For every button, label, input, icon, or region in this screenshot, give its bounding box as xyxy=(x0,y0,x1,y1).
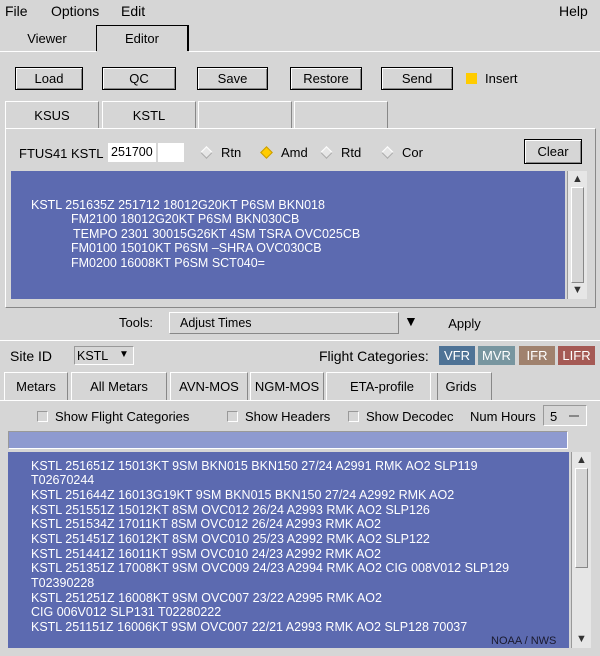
show-flight-categories-label: Show Flight Categories xyxy=(55,409,190,424)
metar-line: T02670244 xyxy=(31,473,95,487)
scroll-down-icon[interactable]: ▼ xyxy=(576,634,587,645)
site-id-label: Site ID xyxy=(10,348,53,364)
radio-cor-indicator-icon xyxy=(381,146,394,159)
radio-cor-label: Cor xyxy=(402,145,423,160)
noaa-watermark: NOAA / NWS xyxy=(491,635,557,647)
send-button[interactable]: Send xyxy=(381,67,453,90)
metar-line: KSTL 251651Z 15013KT 9SM BKN015 BKN150 2… xyxy=(31,459,478,473)
checkbox-indicator-icon xyxy=(227,411,238,422)
fc-vfr-badge: VFR xyxy=(439,346,475,365)
num-hours-option-icon[interactable] xyxy=(569,415,579,417)
taf-line: FM0200 16008KT P6SM SCT040= xyxy=(71,256,265,270)
clear-button[interactable]: Clear xyxy=(524,139,582,164)
tab-empty-1[interactable] xyxy=(198,101,292,129)
site-id-value: KSTL xyxy=(77,349,109,363)
metars-scroll-thumb[interactable] xyxy=(575,468,588,568)
radio-rtn[interactable]: Rtn xyxy=(200,145,242,160)
show-decoded-checkbox[interactable]: Show Decodec xyxy=(348,409,453,424)
secondary-field[interactable] xyxy=(158,143,184,162)
site-id-select[interactable]: KSTL ▼ xyxy=(74,346,134,365)
tools-select[interactable]: Adjust Times xyxy=(169,312,399,334)
metar-line: KSTL 251451Z 16012KT 8SM OVC010 25/23 A2… xyxy=(31,532,430,546)
num-hours-select[interactable]: 5 xyxy=(543,405,587,426)
scroll-up-icon[interactable]: ▲ xyxy=(576,455,587,466)
metar-line: KSTL 251534Z 17011KT 8SM OVC012 26/24 A2… xyxy=(31,517,381,531)
menu-help[interactable]: Help xyxy=(559,3,588,19)
radio-amd[interactable]: Amd xyxy=(260,145,308,160)
save-button[interactable]: Save xyxy=(197,67,268,90)
tab-metars[interactable]: Metars xyxy=(4,372,68,400)
fc-ifr-badge: IFR xyxy=(519,346,555,365)
metar-line: KSTL 251441Z 16011KT 9SM OVC010 24/23 A2… xyxy=(31,547,381,561)
checkbox-indicator-icon xyxy=(37,411,48,422)
metar-line: KSTL 251551Z 15012KT 8SM OVC012 26/24 A2… xyxy=(31,503,430,517)
scroll-down-icon[interactable]: ▼ xyxy=(572,285,583,296)
scroll-up-icon[interactable]: ▲ xyxy=(572,174,583,185)
tab-empty-2[interactable] xyxy=(294,101,388,129)
taf-line: FM2100 18012G20KT P6SM BKN030CB xyxy=(71,212,300,226)
taf-line: KSTL 251635Z 251712 18012G20KT P6SM BKN0… xyxy=(31,198,325,212)
tab-ksus[interactable]: KSUS xyxy=(5,101,99,129)
metars-scrollbar[interactable]: ▲ ▼ xyxy=(571,452,591,648)
menu-options[interactable]: Options xyxy=(51,3,99,19)
radio-amd-label: Amd xyxy=(281,145,308,160)
section-divider xyxy=(0,340,600,341)
menu-edit[interactable]: Edit xyxy=(121,3,145,19)
metar-line: KSTL 251151Z 16006KT 9SM OVC007 22/21 A2… xyxy=(31,620,468,634)
taf-text-area[interactable]: KSTL 251635Z 251712 18012G20KT P6SM BKN0… xyxy=(11,171,565,299)
tab-editor[interactable]: Editor xyxy=(96,25,189,51)
checkbox-indicator-icon xyxy=(348,411,359,422)
site-id-dropdown-icon[interactable]: ▼ xyxy=(119,349,129,360)
num-hours-label: Num Hours xyxy=(470,409,536,424)
show-decoded-label: Show Decodec xyxy=(366,409,454,424)
num-hours-value: 5 xyxy=(550,409,558,424)
insert-indicator-icon[interactable] xyxy=(466,73,477,84)
tab-all-metars[interactable]: All Metars xyxy=(71,372,167,400)
tab-divider xyxy=(189,51,600,52)
tab-viewer[interactable]: Viewer xyxy=(4,25,90,51)
metar-line: CIG 006V012 SLP131 T02280222 xyxy=(31,605,222,619)
apply-button[interactable]: Apply xyxy=(436,311,493,335)
radio-rtd-label: Rtd xyxy=(341,145,362,160)
radio-amd-indicator-icon xyxy=(260,146,273,159)
tab-kstl[interactable]: KSTL xyxy=(102,101,196,129)
menu-file[interactable]: File xyxy=(5,3,28,19)
insert-label[interactable]: Insert xyxy=(485,71,518,86)
fc-mvr-badge: MVR xyxy=(478,346,515,365)
dropdown-arrow-icon[interactable]: ▼ xyxy=(404,313,418,329)
metar-line: KSTL 251351Z 17008KT 9SM OVC009 24/23 A2… xyxy=(31,561,510,575)
tab-avn-mos[interactable]: AVN-MOS xyxy=(170,372,248,400)
show-headers-checkbox[interactable]: Show Headers xyxy=(227,409,330,424)
load-button[interactable]: Load xyxy=(15,67,83,90)
time-field[interactable]: 251700 xyxy=(108,143,156,162)
metar-line: KSTL 251644Z 16013G19KT 9SM BKN015 BKN15… xyxy=(31,488,455,502)
show-flight-categories-checkbox[interactable]: Show Flight Categories xyxy=(37,409,189,424)
tab-grids[interactable]: Grids xyxy=(430,372,492,400)
metar-line: KSTL 251251Z 16008KT 9SM OVC007 23/22 A2… xyxy=(31,591,382,605)
radio-cor[interactable]: Cor xyxy=(381,145,423,160)
tab-ngm-mos[interactable]: NGM-MOS xyxy=(250,372,324,400)
metar-line: T02390228 xyxy=(31,576,95,590)
taf-line: FM0100 15010KT P6SM –SHRA OVC030CB xyxy=(71,241,322,255)
flight-categories-label: Flight Categories: xyxy=(319,348,429,364)
fc-lifr-badge: LIFR xyxy=(558,346,595,365)
taf-line: TEMPO 2301 30015G26KT 4SM TSRA OVC025CB xyxy=(73,227,361,241)
radio-rtn-label: Rtn xyxy=(221,145,242,160)
header-label: FTUS41 KSTL xyxy=(19,146,104,161)
show-headers-label: Show Headers xyxy=(245,409,331,424)
radio-rtd-indicator-icon xyxy=(320,146,333,159)
tools-label: Tools: xyxy=(119,315,153,330)
tab-divider xyxy=(0,51,96,52)
restore-button[interactable]: Restore xyxy=(290,67,362,90)
taf-scrollbar[interactable]: ▲ ▼ xyxy=(567,171,587,299)
radio-rtd[interactable]: Rtd xyxy=(320,145,362,160)
radio-rtn-indicator-icon xyxy=(200,146,213,159)
qc-button[interactable]: QC xyxy=(102,67,176,90)
tab-eta-profile[interactable]: ETA-profile xyxy=(326,372,438,400)
metars-header-strip xyxy=(8,431,568,449)
menu-bar: File Options Edit Help xyxy=(0,0,600,22)
taf-scroll-thumb[interactable] xyxy=(571,187,584,283)
